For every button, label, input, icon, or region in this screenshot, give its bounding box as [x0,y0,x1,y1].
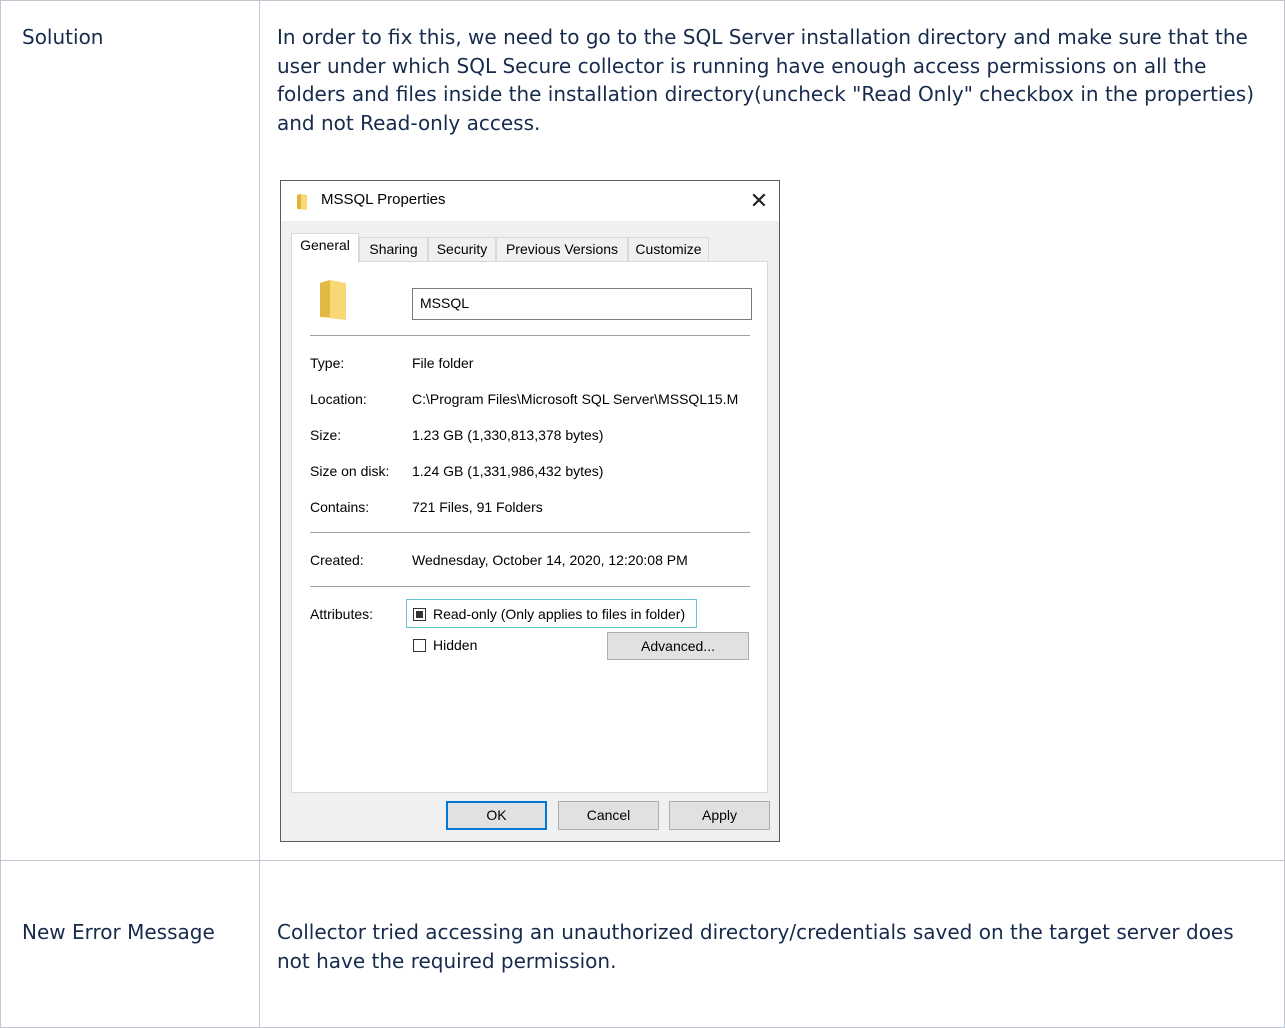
row-label-solution: Solution [22,25,104,49]
cancel-button[interactable]: Cancel [558,801,659,830]
tab-customize[interactable]: Customize [628,237,709,261]
divider [310,532,750,533]
readonly-checkbox[interactable] [413,608,426,621]
tab-security[interactable]: Security [428,237,496,261]
tab-previous-versions[interactable]: Previous Versions [496,237,628,261]
folder-icon [320,280,346,320]
contains-label: Contains: [310,499,370,515]
tab-general[interactable]: General [291,233,359,263]
location-value: C:\Program Files\Microsoft SQL Server\MS… [412,391,739,407]
readonly-checkbox-label[interactable]: Read-only (Only applies to files in fold… [433,605,685,623]
contains-value: 721 Files, 91 Folders [412,499,543,515]
dialog-title: MSSQL Properties [321,191,446,208]
type-label: Type: [310,355,345,371]
size-on-disk-value: 1.24 GB (1,331,986,432 bytes) [412,463,604,479]
new-error-text: Collector tried accessing an unauthorize… [277,920,1234,973]
divider [310,586,750,587]
ok-button[interactable]: OK [446,801,547,830]
size-value: 1.23 GB (1,330,813,378 bytes) [412,427,604,443]
table-cell-label: New Error Message [0,860,260,1028]
hidden-checkbox[interactable] [413,639,426,652]
general-tab-panel: MSSQL Type: File folder Location: C:\Pro… [291,261,768,793]
size-label: Size: [310,427,342,443]
table-cell-label: Solution [0,0,260,860]
advanced-button[interactable]: Advanced... [607,632,749,660]
solution-text: In order to fix this, we need to go to t… [277,25,1255,135]
tab-sharing[interactable]: Sharing [359,237,428,261]
close-icon[interactable]: ✕ [744,187,774,215]
type-value: File folder [412,355,474,371]
divider [310,335,750,336]
dialog-titlebar: MSSQL Properties ✕ [281,181,779,221]
properties-dialog: MSSQL Properties ✕ General Sharing Secur… [280,180,780,842]
location-label: Location: [310,391,367,407]
folder-icon [297,194,307,210]
size-on-disk-label: Size on disk: [310,463,390,479]
created-label: Created: [310,552,364,568]
apply-button[interactable]: Apply [669,801,770,830]
attributes-label: Attributes: [310,606,374,622]
row-label-new-error: New Error Message [22,920,215,944]
indeterminate-mark [416,611,423,618]
hidden-checkbox-label[interactable]: Hidden [433,636,477,654]
folder-name-field[interactable]: MSSQL [412,288,752,320]
table-cell-content: Collector tried accessing an unauthorize… [260,860,1285,1028]
created-value: Wednesday, October 14, 2020, 12:20:08 PM [412,552,688,568]
